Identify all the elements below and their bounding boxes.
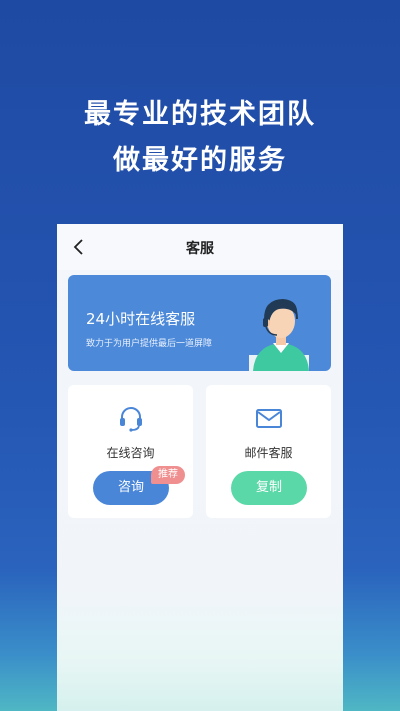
email-service-card: 邮件客服 复制 [206,385,331,518]
online-consult-label: 在线咨询 [106,446,155,460]
service-banner: 24小时在线客服 致力于为用户提供最后一道屏障 [68,275,331,371]
promo-headline-line2: 做最好的服务 [113,145,287,176]
page-title: 客服 [186,241,214,257]
recommend-badge: 推荐 [151,466,185,484]
customer-service-agent-illustration [249,299,309,371]
email-service-label: 邮件客服 [244,446,293,460]
headset-icon [119,407,142,432]
banner-subtitle: 致力于为用户提供最后一道屏障 [86,339,213,349]
banner-title: 24小时在线客服 [86,310,196,328]
app-screen: 客服 24小时在线客服 致力于为用户提供最后一道屏障 在线咨询 咨询 推荐 邮件… [57,224,343,711]
copy-button[interactable]: 复制 [231,471,307,505]
online-consult-card: 在线咨询 咨询 推荐 [68,385,193,518]
mail-icon [255,409,282,428]
nav-bar: 客服 [57,224,343,270]
promo-headline-line1: 最专业的技术团队 [84,99,316,130]
